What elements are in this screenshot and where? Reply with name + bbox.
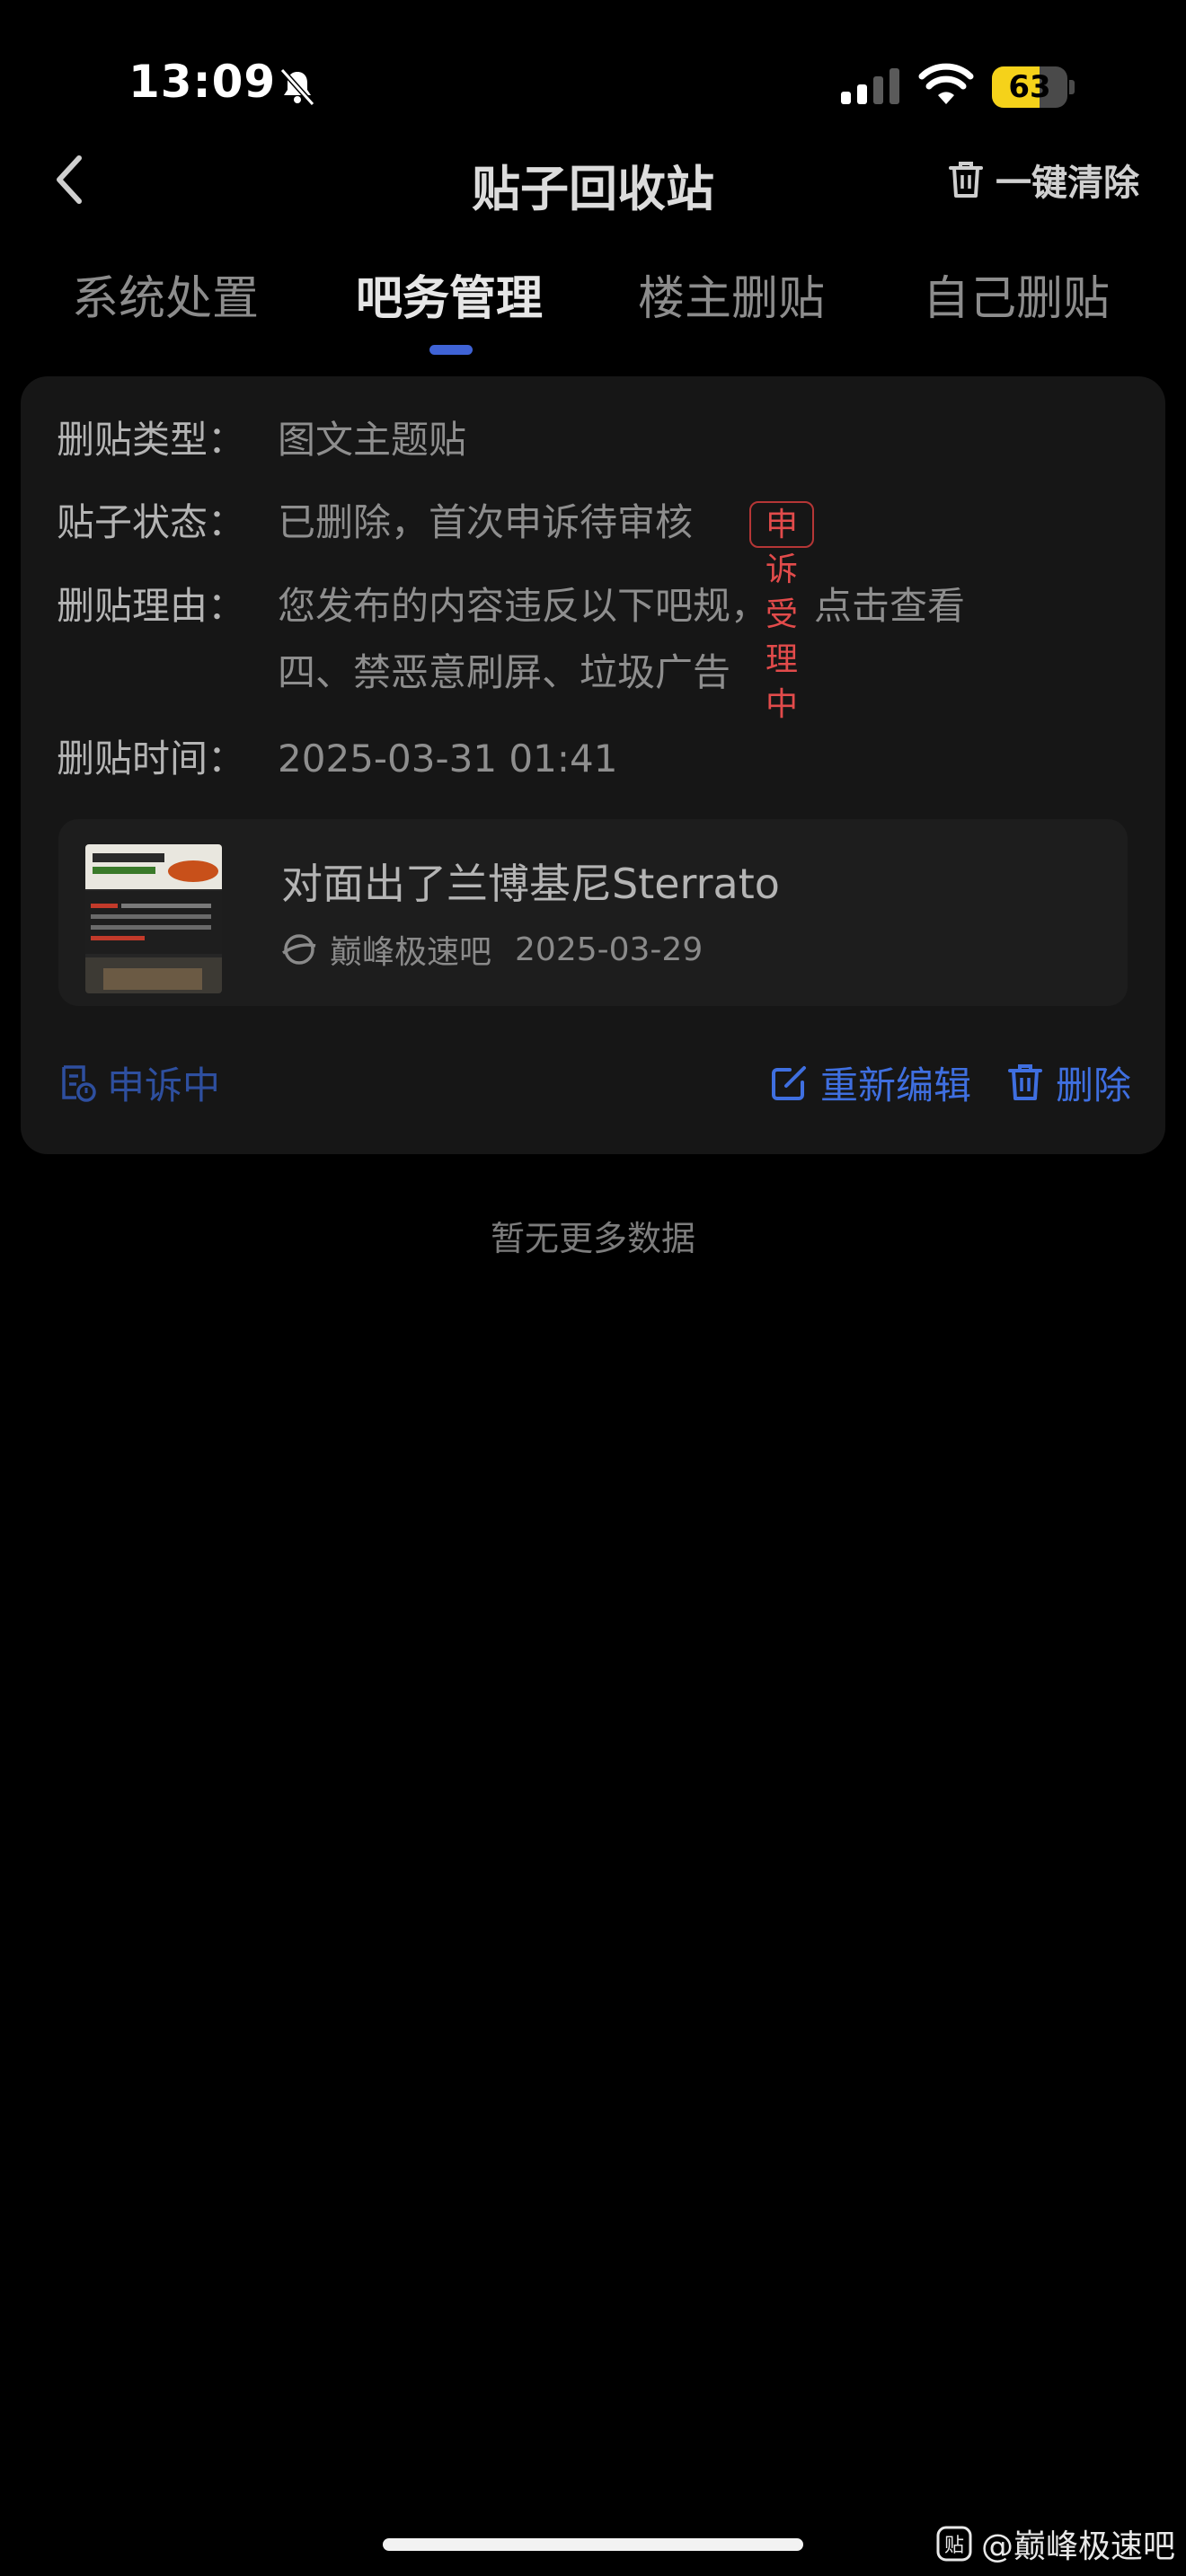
delete-reason-line2: 四、禁恶意刷屏、垃圾广告 — [278, 650, 731, 694]
delete-label: 删除 — [1055, 1063, 1131, 1107]
deleted-post-card: 删贴类型： 图文主题贴 贴子状态： 已删除，首次申诉待审核 申诉受理中 删贴理由… — [21, 376, 1165, 1154]
post-title: 对面出了兰博基尼Sterrato — [281, 860, 780, 908]
post-status-value: 已删除，首次申诉待审核 — [278, 500, 694, 544]
delete-reason-line1: 您发布的内容违反以下吧规， — [278, 584, 769, 628]
post-preview[interactable]: 对面出了兰博基尼Sterrato 巅峰极速吧 2025-03-29 — [58, 819, 1128, 1006]
post-thumbnail — [85, 844, 222, 993]
tab-system-handling[interactable]: 系统处置 — [72, 260, 259, 328]
battery-percent: 63 — [1008, 69, 1051, 105]
post-status-label: 贴子状态： — [57, 500, 246, 544]
post-meta: 巅峰极速吧 2025-03-29 — [281, 927, 703, 972]
delete-reason-label: 删贴理由： — [57, 584, 246, 628]
status-time: 13:09 — [128, 56, 277, 108]
battery-indicator: 63 — [992, 66, 1075, 108]
tab-bar: 系统处置 吧务管理 楼主删贴 自己删贴 — [0, 260, 1186, 359]
status-badge: 申诉受理中 — [749, 501, 815, 723]
status-bar: 13:09 63 — [0, 0, 1186, 135]
wifi-icon — [918, 63, 974, 104]
active-tab-indicator — [429, 345, 473, 355]
delete-type-value: 图文主题贴 — [278, 418, 467, 462]
trash-icon — [1007, 1064, 1042, 1100]
delete-type-label: 删贴类型： — [57, 418, 246, 462]
appeal-doc-icon — [62, 1065, 96, 1102]
card-footer: 申诉中 重新编辑 删除 — [57, 1055, 1131, 1109]
tab-admin-management[interactable]: 吧务管理 — [356, 260, 543, 328]
re-edit-label: 重新编辑 — [819, 1063, 971, 1107]
no-more-data-text: 暂无更多数据 — [490, 1219, 695, 1258]
tab-op-deleted[interactable]: 楼主删贴 — [638, 260, 825, 328]
post-date: 2025-03-29 — [515, 931, 704, 968]
appeal-status: 申诉中 — [57, 1055, 220, 1109]
forum-planet-icon — [282, 934, 316, 965]
watermark: 贴 @巅峰极速吧 — [936, 2520, 1175, 2567]
view-rules-link[interactable]: 点击查看 — [814, 581, 965, 631]
edit-icon — [771, 1066, 806, 1100]
svg-text:贴: 贴 — [944, 2535, 964, 2557]
delete-button[interactable]: 删除 — [1005, 1055, 1131, 1110]
home-indicator[interactable] — [383, 2538, 803, 2551]
forum-name: 巅峰极速吧 — [330, 934, 492, 971]
appeal-status-label: 申诉中 — [107, 1063, 221, 1107]
cellular-signal-icon — [841, 68, 899, 104]
watermark-text: @巅峰极速吧 — [981, 2528, 1176, 2565]
trash-icon — [949, 162, 983, 198]
card-actions: 重新编辑 删除 — [770, 1055, 1131, 1109]
delete-time-value: 2025-03-31 01:41 — [278, 737, 618, 781]
nav-bar: 贴子回收站 一键清除 — [0, 135, 1186, 225]
re-edit-button[interactable]: 重新编辑 — [770, 1055, 971, 1110]
tab-self-deleted[interactable]: 自己删贴 — [923, 260, 1110, 328]
tieba-logo-icon: 贴 — [936, 2526, 972, 2562]
bell-muted-icon — [279, 67, 315, 107]
clear-all-label: 一键清除 — [996, 163, 1139, 204]
delete-time-label: 删贴时间： — [57, 737, 246, 781]
clear-all-button[interactable]: 一键清除 — [947, 154, 1139, 205]
